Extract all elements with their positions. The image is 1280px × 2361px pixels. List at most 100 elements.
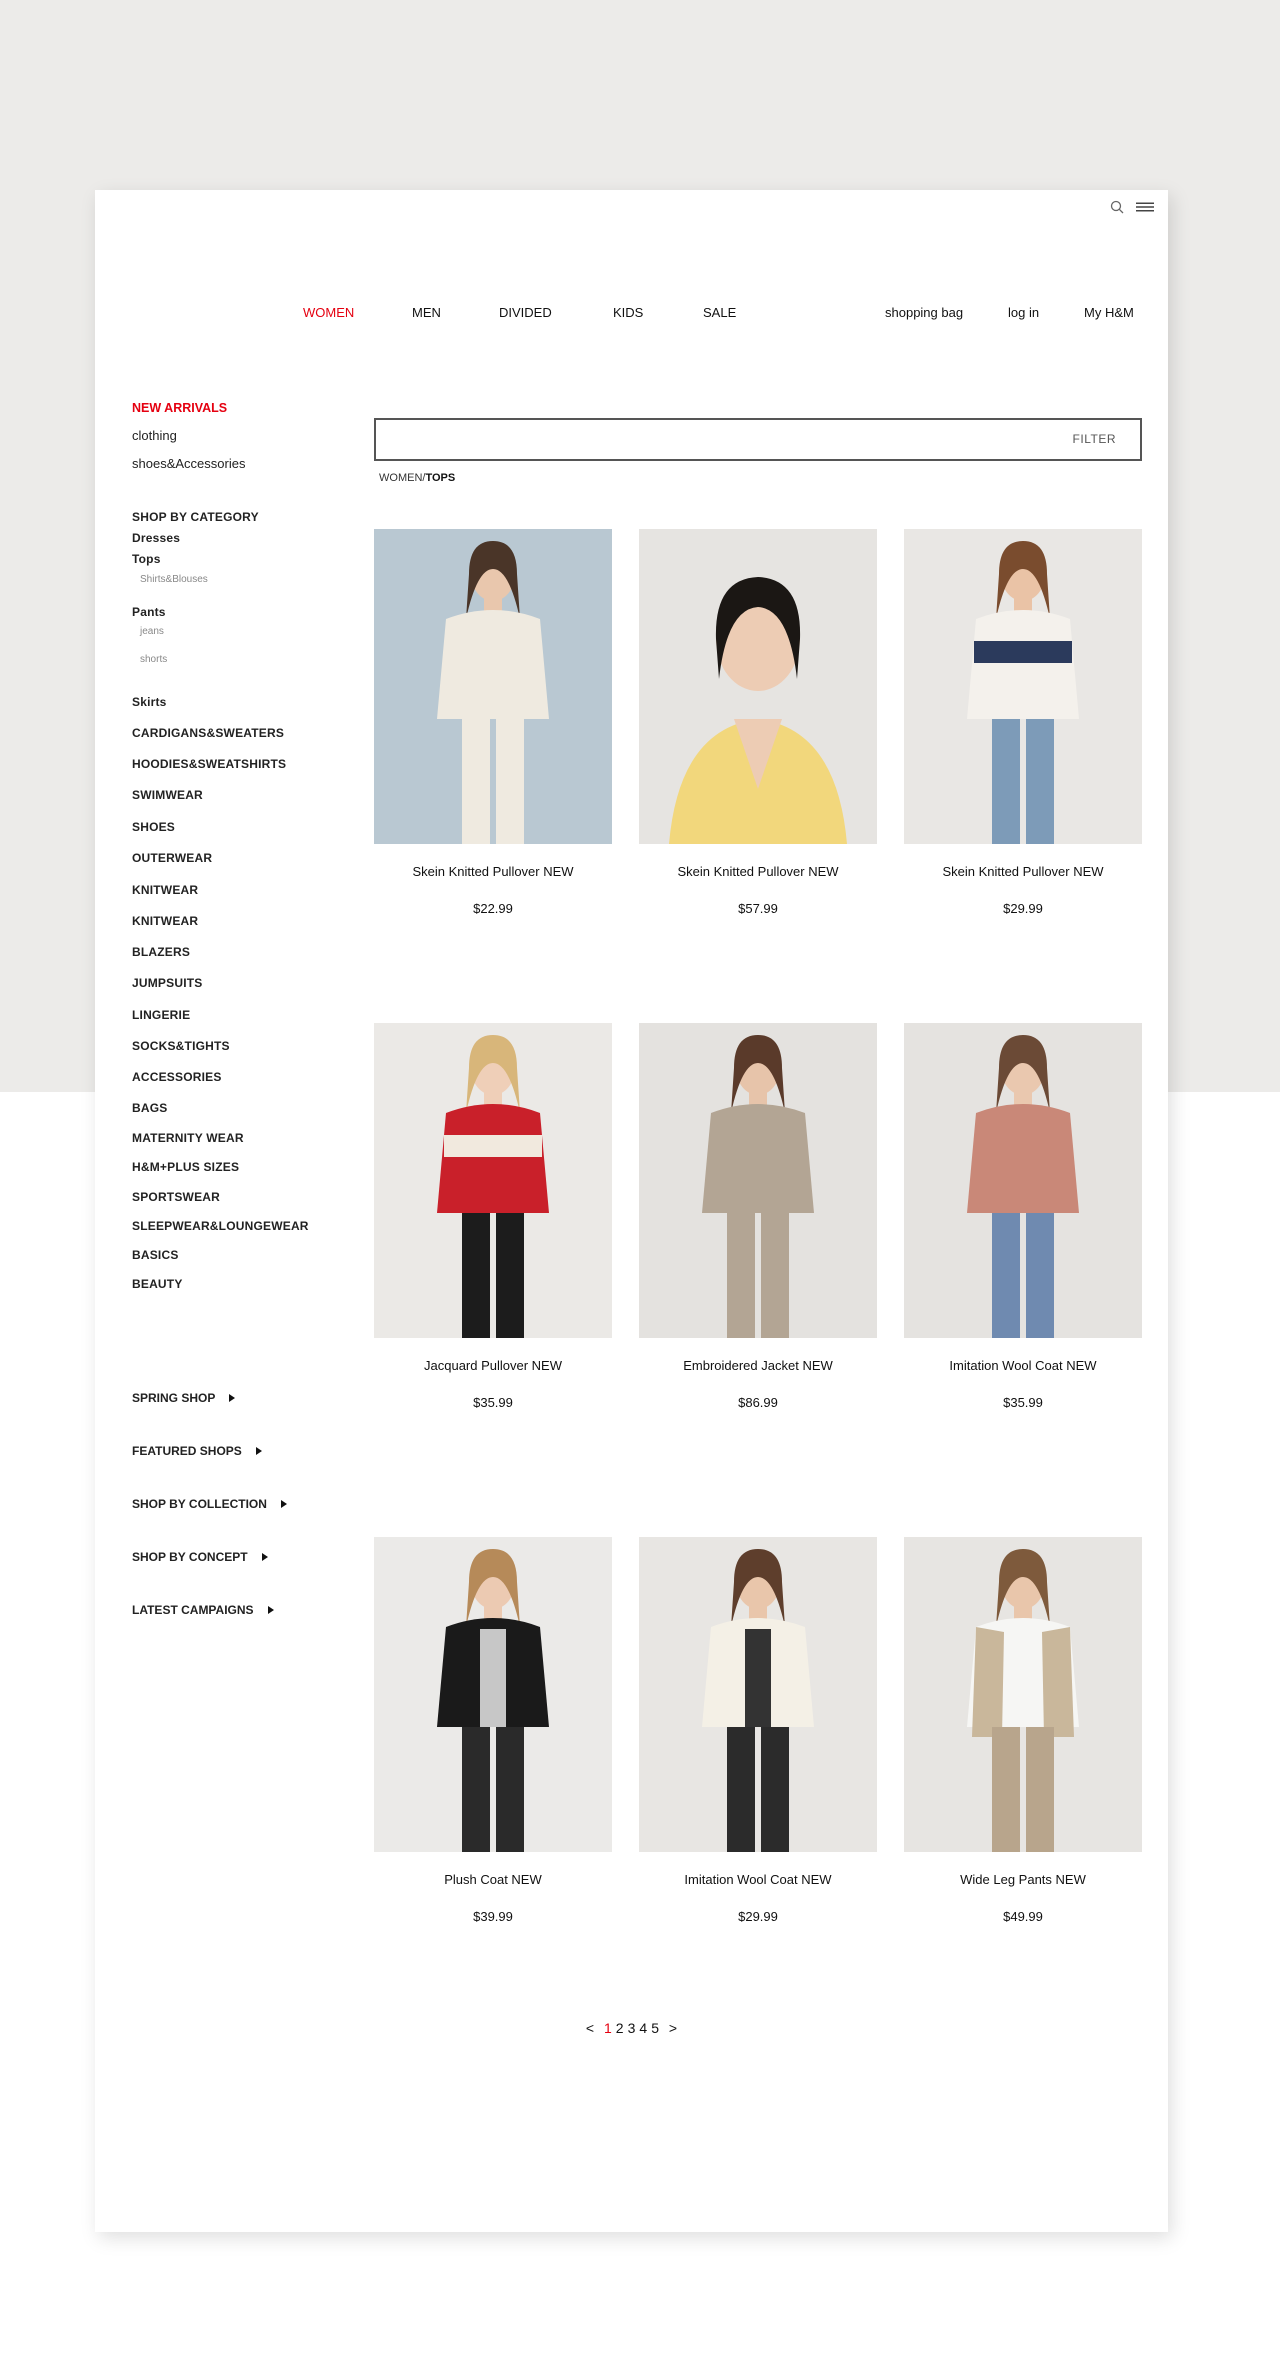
product-card[interactable]: Embroidered Jacket NEW $86.99 [639,1023,877,1410]
product-price: $35.99 [1003,1395,1043,1410]
sidebar-shoes-accessories[interactable]: shoes&Accessories [132,456,245,471]
menu-icon[interactable] [1136,198,1154,216]
sidebar-category[interactable]: KNITWEAR [132,883,198,897]
product-image[interactable] [904,1537,1142,1852]
pagination-page[interactable]: 1 [604,2020,612,2036]
nav-men[interactable]: MEN [412,305,441,320]
sidebar-category[interactable]: KNITWEAR [132,914,198,928]
product-card[interactable]: Imitation Wool Coat NEW $29.99 [639,1537,877,1924]
sidebar-category[interactable]: BLAZERS [132,945,190,959]
triangle-right-icon [261,1553,268,1561]
sidebar-category[interactable]: SOCKS&TIGHTS [132,1039,230,1053]
product-image[interactable] [904,529,1142,844]
product-card[interactable]: Skein Knitted Pullover NEW $29.99 [904,529,1142,916]
sidebar-category[interactable]: ACCESSORIES [132,1070,222,1084]
product-price: $39.99 [473,1909,513,1924]
pagination-next[interactable]: > [669,2020,677,2036]
sidebar-shop-link[interactable]: FEATURED SHOPS [132,1444,262,1458]
sidebar-category[interactable]: HOODIES&SWEATSHIRTS [132,757,286,771]
sidebar-skirts[interactable]: Skirts [132,695,167,709]
product-image[interactable] [904,1023,1142,1338]
sidebar-category[interactable]: CARDIGANS&SWEATERS [132,726,284,740]
sidebar-category[interactable]: MATERNITY WEAR [132,1131,244,1145]
product-name[interactable]: Imitation Wool Coat NEW [904,1358,1142,1373]
sidebar-category[interactable]: BASICS [132,1248,179,1262]
product-card[interactable]: Imitation Wool Coat NEW $35.99 [904,1023,1142,1410]
product-card[interactable]: Plush Coat NEW $39.99 [374,1537,612,1924]
pagination-page[interactable]: 2 [616,2020,624,2036]
sidebar-tops[interactable]: Tops [132,552,161,566]
breadcrumb-root[interactable]: WOMEN/ [379,472,425,484]
sidebar-category[interactable]: BEAUTY [132,1277,183,1291]
product-name[interactable]: Embroidered Jacket NEW [639,1358,877,1373]
nav-sale[interactable]: SALE [703,305,736,320]
my-account-link[interactable]: My H&M [1084,305,1134,320]
page-card: WOMEN MEN DIVIDED KIDS SALE shopping bag… [95,190,1168,2232]
pagination: < 12345 > [95,2020,1168,2036]
sidebar-shop-label: SHOP BY CONCEPT [132,1550,248,1564]
breadcrumb: WOMEN/TOPS [379,472,455,484]
nav-women[interactable]: WOMEN [303,305,354,320]
product-card[interactable]: Wide Leg Pants NEW $49.99 [904,1537,1142,1924]
login-link[interactable]: log in [1008,305,1039,320]
sidebar-category[interactable]: BAGS [132,1101,167,1115]
product-price: $22.99 [473,901,513,916]
sidebar-pants[interactable]: Pants [132,605,166,619]
nav-kids[interactable]: KIDS [613,305,643,320]
product-name[interactable]: Skein Knitted Pullover NEW [374,864,612,879]
shopping-bag-link[interactable]: shopping bag [885,305,963,320]
top-navigation: WOMEN MEN DIVIDED KIDS SALE shopping bag… [95,305,1168,325]
triangle-right-icon [267,1606,274,1614]
nav-divided[interactable]: DIVIDED [499,305,552,320]
product-image[interactable] [639,529,877,844]
sidebar-shop-label: LATEST CAMPAIGNS [132,1603,254,1617]
sidebar-category[interactable]: SPORTSWEAR [132,1190,220,1204]
sidebar-category[interactable]: SHOES [132,820,175,834]
filter-button[interactable]: FILTER [1073,432,1116,446]
sidebar-category[interactable]: OUTERWEAR [132,851,212,865]
product-image[interactable] [374,1537,612,1852]
triangle-right-icon [280,1500,287,1508]
utility-bar [1108,198,1154,216]
sidebar-category[interactable]: LINGERIE [132,1008,190,1022]
pagination-page[interactable]: 5 [651,2020,659,2036]
sidebar-shirts-blouses[interactable]: Shirts&Blouses [140,574,208,585]
sidebar-category[interactable]: H&M+PLUS SIZES [132,1160,239,1174]
search-icon[interactable] [1108,198,1126,216]
sidebar-dresses[interactable]: Dresses [132,531,180,545]
product-price: $35.99 [473,1395,513,1410]
product-price: $57.99 [738,901,778,916]
pagination-prev[interactable]: < [586,2020,594,2036]
product-name[interactable]: Imitation Wool Coat NEW [639,1872,877,1887]
search-bar: FILTER [374,418,1142,461]
sidebar-shop-link[interactable]: SHOP BY COLLECTION [132,1497,287,1511]
product-name[interactable]: Wide Leg Pants NEW [904,1872,1142,1887]
product-name[interactable]: Plush Coat NEW [374,1872,612,1887]
product-price: $86.99 [738,1395,778,1410]
product-name[interactable]: Skein Knitted Pullover NEW [639,864,877,879]
sidebar-category[interactable]: SLEEPWEAR&LOUNGEWEAR [132,1219,309,1233]
product-card[interactable]: Jacquard Pullover NEW $35.99 [374,1023,612,1410]
sidebar-jeans[interactable]: jeans [140,626,164,637]
sidebar-shop-link[interactable]: SHOP BY CONCEPT [132,1550,268,1564]
product-image[interactable] [374,529,612,844]
sidebar-category[interactable]: JUMPSUITS [132,976,202,990]
sidebar-shorts[interactable]: shorts [140,654,167,665]
pagination-page[interactable]: 4 [639,2020,647,2036]
sidebar-category[interactable]: SWIMWEAR [132,788,203,802]
product-card[interactable]: Skein Knitted Pullover NEW $22.99 [374,529,612,916]
sidebar-new-arrivals[interactable]: NEW ARRIVALS [132,401,227,415]
sidebar-shop-link[interactable]: LATEST CAMPAIGNS [132,1603,274,1617]
product-image[interactable] [374,1023,612,1338]
product-card[interactable]: Skein Knitted Pullover NEW $57.99 [639,529,877,916]
product-image[interactable] [639,1537,877,1852]
sidebar-shop-link[interactable]: SPRING SHOP [132,1391,236,1405]
product-name[interactable]: Skein Knitted Pullover NEW [904,864,1142,879]
product-name[interactable]: Jacquard Pullover NEW [374,1358,612,1373]
product-image[interactable] [639,1023,877,1338]
product-price: $29.99 [738,1909,778,1924]
search-input[interactable] [386,427,1030,455]
sidebar-clothing[interactable]: clothing [132,428,177,443]
pagination-page[interactable]: 3 [628,2020,636,2036]
sidebar-shop-by-category: SHOP BY CATEGORY [132,510,259,524]
